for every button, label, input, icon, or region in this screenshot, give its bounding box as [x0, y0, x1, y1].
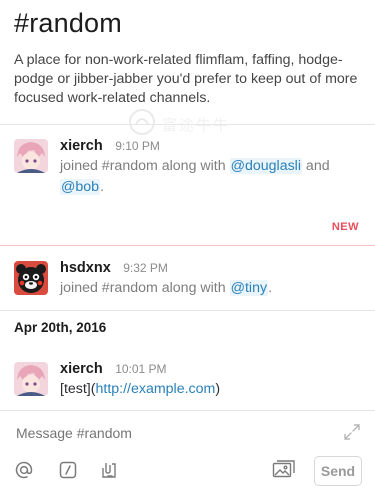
message-timestamp[interactable]: 10:01 PM [115, 362, 166, 376]
message-text: joined #random along with @tiny. [60, 278, 361, 299]
file-upload-icon[interactable] [98, 459, 120, 481]
message-text-segment: . [100, 179, 105, 195]
date-divider-line [0, 310, 375, 311]
avatar[interactable] [14, 261, 48, 295]
watermark-logo-icon [129, 109, 155, 135]
message-text: [test](http://example.com) [60, 379, 361, 400]
message-author[interactable]: xierch [60, 361, 103, 377]
new-messages-marker: NEW [331, 221, 359, 233]
send-button[interactable]: Send [314, 456, 362, 486]
channel-header: #random A place for non-work-related fli… [14, 8, 361, 108]
message-text-segment: ) [215, 381, 221, 397]
message-timestamp[interactable]: 9:32 PM [123, 261, 168, 275]
header-divider [0, 124, 375, 125]
message-text-segment: joined #random along with [60, 280, 230, 296]
channel-description: A place for non-work-related flimflam, f… [14, 52, 358, 106]
message-text-segment: [test]( [60, 381, 96, 397]
message-timestamp[interactable]: 9:10 PM [115, 139, 160, 153]
user-mention-douglasli[interactable]: @douglasli [229, 158, 302, 174]
message-text-segment: joined #random along with [60, 158, 230, 174]
message-text: joined #random along with @douglasli and… [60, 156, 361, 198]
user-mention-tiny[interactable]: @tiny [229, 280, 269, 296]
new-messages-line [0, 245, 375, 246]
message-text-segment: . [268, 280, 273, 296]
at-icon[interactable] [13, 459, 35, 481]
image-icon[interactable] [271, 459, 297, 481]
message-link[interactable]: http://example.com [95, 381, 215, 397]
message-input[interactable] [14, 421, 335, 445]
message-composer: Send [0, 410, 375, 494]
message-text-segment: and [301, 158, 330, 174]
user-mention-bob[interactable]: @bob [60, 179, 101, 195]
channel-title: #random [14, 8, 122, 38]
avatar[interactable] [14, 139, 48, 173]
message-author[interactable]: hsdxnx [60, 260, 111, 276]
expand-icon[interactable] [343, 423, 361, 441]
date-separator: Apr 20th, 2016 [14, 320, 107, 335]
avatar[interactable] [14, 362, 48, 396]
slash-command-icon[interactable] [57, 459, 79, 481]
watermark: 富途牛牛 [128, 108, 248, 138]
message-author[interactable]: xierch [60, 138, 103, 154]
